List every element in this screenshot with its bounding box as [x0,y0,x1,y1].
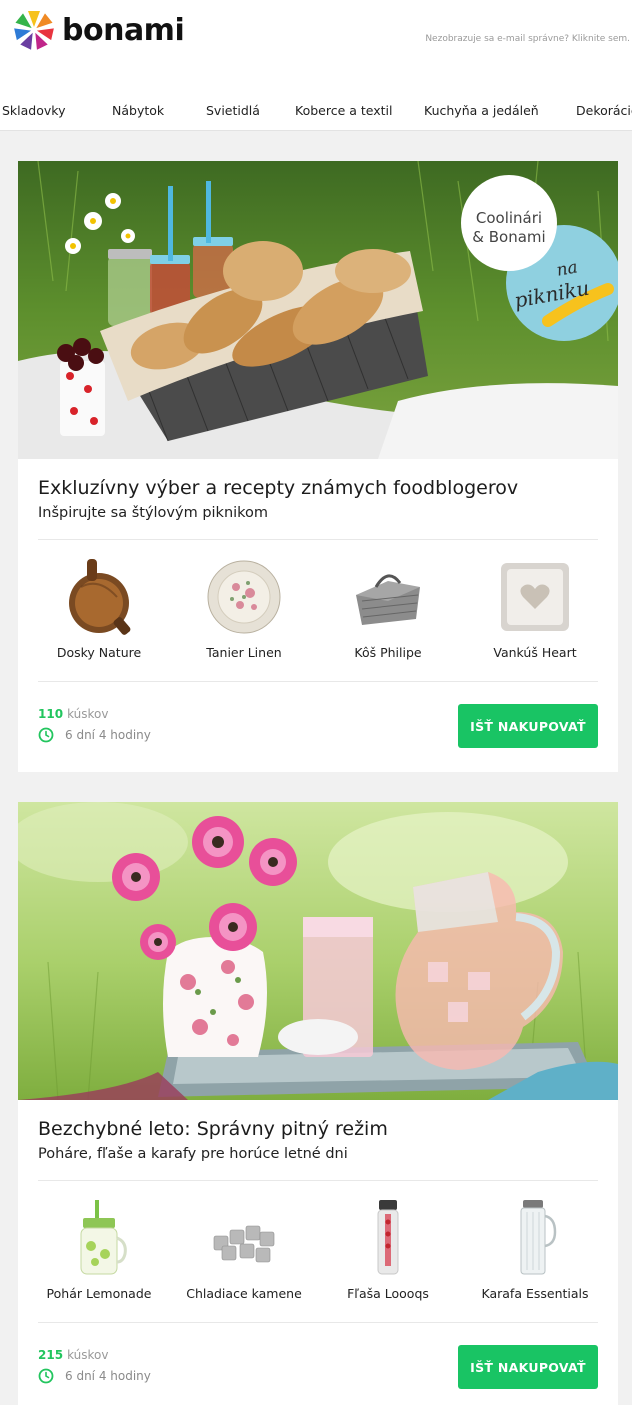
product-karafa-essentials[interactable]: Karafa Essentials [465,1198,605,1308]
campaign-subtitle: Inšpirujte sa štýlovým piknikom [38,505,269,521]
basket-icon [356,574,420,625]
product-flasa-loooqs[interactable]: Fľaša Loooqs [318,1198,458,1308]
nav-item-kuchyna[interactable]: Kuchyňa a jedáleň [424,103,539,118]
campaign-card: Bezchybné leto: Správny pitný režim Pohá… [18,802,618,1405]
product-label: Karafa Essentials [481,1286,589,1301]
shop-now-button[interactable]: IŠŤ NAKUPOVAŤ [458,704,598,748]
divider [38,1180,598,1181]
divider [38,1322,598,1323]
campaign-title[interactable]: Bezchybné leto: Správny pitný režim [38,1118,388,1140]
product-label: Tanier Linen [206,645,282,660]
campaign-hero-image[interactable] [18,802,618,1100]
time-left-text: 6 dní 4 hodiny [65,1369,151,1383]
badge-line-1: Coolinári [476,209,542,227]
time-left-text: 6 dní 4 hodiny [65,728,151,742]
clock-icon [38,727,54,743]
count-unit: kúskov [67,707,109,721]
bonami-logo[interactable]: bonami [12,8,185,52]
pillow-icon [501,563,569,631]
product-chladiace-kamene[interactable]: Chladiace kamene [174,1198,314,1308]
bottle-icon [377,1200,399,1275]
cutting-board-icon [69,559,131,635]
product-label: Fľaša Loooqs [347,1286,429,1301]
product-kos-philipe[interactable]: Kôš Philipe [318,557,458,667]
nav-item-skladovky[interactable]: Skladovky [2,103,65,118]
divider [38,681,598,682]
category-nav: Skladovky Nábytok Svietidlá Koberce a te… [0,103,632,123]
time-remaining: 6 dní 4 hodiny [38,727,151,743]
nav-item-nabytok[interactable]: Nábytok [112,103,164,118]
mason-jar-icon [80,1200,127,1275]
cooling-stones-icon [213,1225,275,1263]
count-number: 215 [38,1348,64,1362]
campaign-hero-image[interactable]: Coolinári & Bonami na pikniku [18,161,618,459]
nav-item-dekoracie[interactable]: Dekorácie [576,103,632,118]
campaign-stats: 110 kúskov 6 dní 4 hodiny [38,707,151,743]
product-tanier-linen[interactable]: Tanier Linen [174,557,314,667]
bonami-flower-icon [14,11,54,50]
product-dosky-nature[interactable]: Dosky Nature [29,557,169,667]
plate-icon [207,560,281,634]
product-label: Dosky Nature [56,645,142,660]
campaign-title[interactable]: Exkluzívny výber a recepty známych foodb… [38,477,518,499]
nav-item-koberce[interactable]: Koberce a textil [295,103,393,118]
nav-item-svietidla[interactable]: Svietidlá [206,103,260,118]
count-number: 110 [38,707,64,721]
time-remaining: 6 dní 4 hodiny [38,1368,151,1384]
brand-name: bonami [62,12,185,48]
count-unit: kúskov [67,1348,109,1362]
shop-now-button[interactable]: IŠŤ NAKUPOVAŤ [458,1345,598,1389]
campaign-stats: 215 kúskov 6 dní 4 hodiny [38,1348,151,1384]
product-pohar-lemonade[interactable]: Pohár Lemonade [29,1198,169,1308]
email-header: bonami Nezobrazuje sa e-mail správne? Kl… [0,0,632,131]
product-label: Vankúš Heart [493,645,577,660]
product-label: Pohár Lemonade [46,1286,152,1301]
view-online-link[interactable]: Nezobrazuje sa e-mail správne? Kliknite … [425,34,630,44]
product-count: 110 kúskov [38,707,151,721]
product-count: 215 kúskov [38,1348,151,1362]
product-label: Chladiace kamene [186,1286,302,1301]
product-vankus-heart[interactable]: Vankúš Heart [465,557,605,667]
badge-line-2: & Bonami [472,228,545,246]
divider [38,539,598,540]
campaign-card: Coolinári & Bonami na pikniku Exkluzívny… [18,161,618,772]
product-label: Kôš Philipe [354,645,422,660]
carafe-icon [520,1200,557,1275]
campaign-subtitle: Poháre, fľaše a karafy pre horúce letné … [38,1146,348,1162]
clock-icon [38,1368,54,1384]
